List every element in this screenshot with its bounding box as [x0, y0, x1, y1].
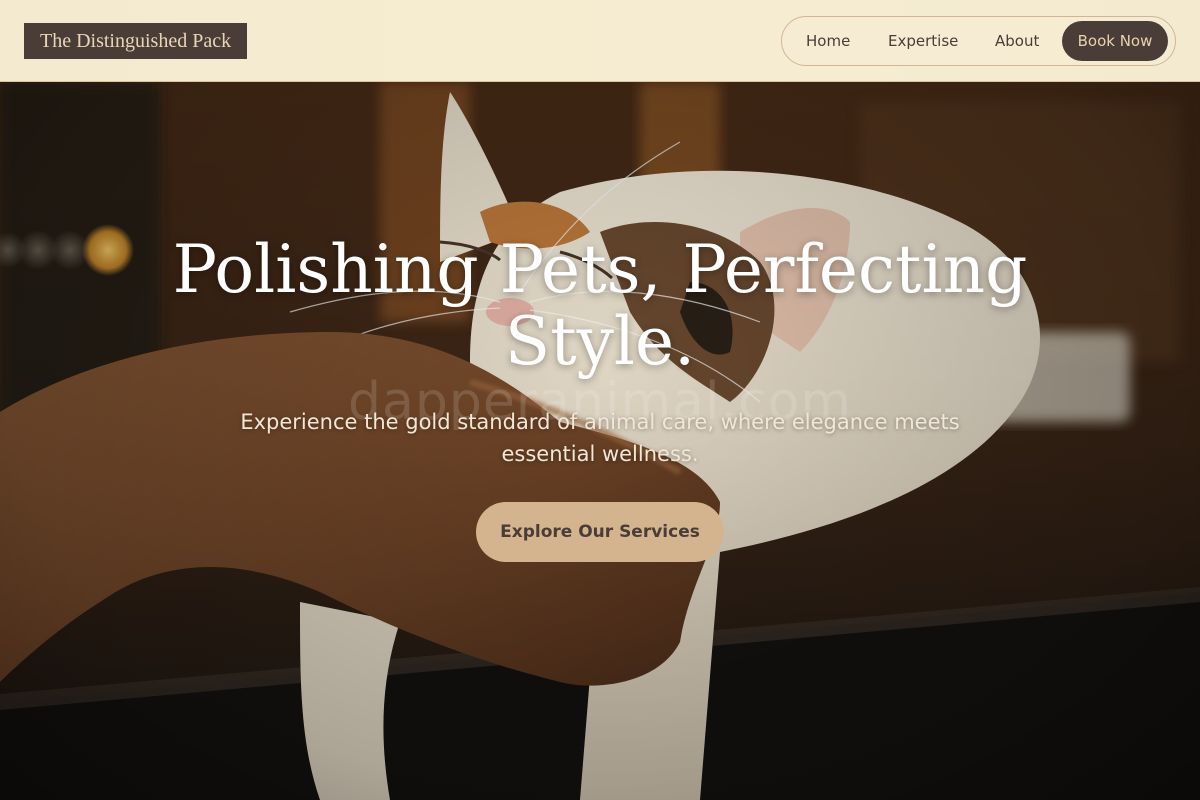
explore-services-button[interactable]: Explore Our Services [476, 502, 724, 562]
hero-subtitle: Experience the gold standard of animal c… [240, 410, 960, 466]
book-now-button[interactable]: Book Now [1062, 21, 1168, 61]
nav-about-link[interactable]: About [995, 17, 1039, 65]
site-header: The Distinguished Pack Home Expertise Ab… [0, 0, 1200, 82]
hero-section: dapperanimal.com Polishing Pets, Perfect… [0, 82, 1200, 800]
nav-expertise-link[interactable]: Expertise [888, 17, 958, 65]
hero-title: Polishing Pets, Perfecting Style. [172, 231, 1028, 380]
nav-home-link[interactable]: Home [806, 17, 850, 65]
site-logo[interactable]: The Distinguished Pack [24, 23, 248, 59]
main-nav: Home Expertise About Book Now [781, 16, 1176, 66]
